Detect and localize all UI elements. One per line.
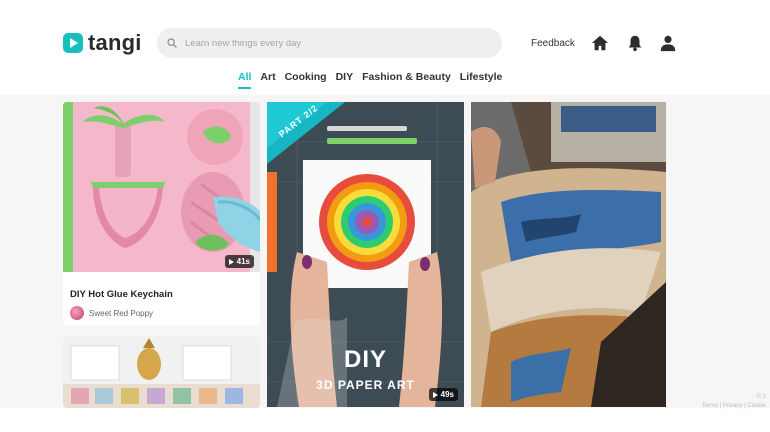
duration-badge: 49s — [428, 388, 458, 401]
keychain-thumbnail[interactable]: 41s — [63, 102, 260, 272]
video-card-shelf[interactable] — [63, 336, 260, 408]
bell-icon[interactable] — [626, 34, 644, 52]
tab-cooking[interactable]: Cooking — [285, 71, 327, 89]
author-avatar — [70, 306, 84, 320]
home-icon[interactable] — [591, 34, 609, 52]
search-bar[interactable] — [157, 28, 502, 58]
video-card-paper-art[interactable]: PART 2/2 DIY 3D PAPER ART 49s — [267, 102, 464, 407]
shelf-thumbnail — [63, 336, 260, 408]
video-title[interactable]: DIY Hot Glue Keychain — [70, 289, 173, 300]
footer-copyright: © 2 — [756, 394, 766, 400]
duration-badge: 41s — [224, 255, 254, 268]
painting-thumbnail — [471, 102, 666, 407]
footer-terms[interactable]: Terms | Privacy | Cookie — [702, 402, 766, 411]
video-grid: 41s DIY Hot Glue Keychain Sweet Red Popp… — [0, 95, 770, 408]
play-icon — [228, 258, 234, 265]
overlay-title: DIY — [343, 346, 387, 373]
top-header: tangi Feedback All Art Cooking DIY Fashi… — [0, 0, 770, 95]
author-row[interactable]: Sweet Red Poppy — [70, 306, 153, 320]
user-icon[interactable] — [659, 34, 677, 52]
tab-lifestyle[interactable]: Lifestyle — [460, 71, 503, 89]
author-name: Sweet Red Poppy — [89, 308, 154, 318]
play-icon — [432, 391, 438, 398]
video-card-painting[interactable] — [471, 102, 666, 407]
tab-fashion-beauty[interactable]: Fashion & Beauty — [362, 71, 451, 89]
search-input[interactable] — [185, 37, 485, 49]
tab-diy[interactable]: DIY — [336, 71, 354, 89]
tab-all[interactable]: All — [238, 71, 252, 89]
tab-art[interactable]: Art — [260, 71, 275, 89]
duration-text: 41s — [236, 257, 250, 266]
video-card-keychain[interactable]: 41s DIY Hot Glue Keychain Sweet Red Popp… — [63, 102, 260, 326]
tangi-logo[interactable]: tangi — [63, 30, 142, 56]
keychain-illustration — [63, 102, 260, 272]
search-icon — [167, 38, 177, 48]
logo-text: tangi — [88, 30, 142, 55]
duration-text: 49s — [440, 390, 454, 399]
feedback-link[interactable]: Feedback — [531, 38, 575, 49]
category-tabs: All Art Cooking DIY Fashion & Beauty Lif… — [238, 71, 502, 89]
footer-links: © 2 Terms | Privacy | Cookie — [702, 393, 766, 411]
play-logo-icon — [63, 33, 83, 53]
